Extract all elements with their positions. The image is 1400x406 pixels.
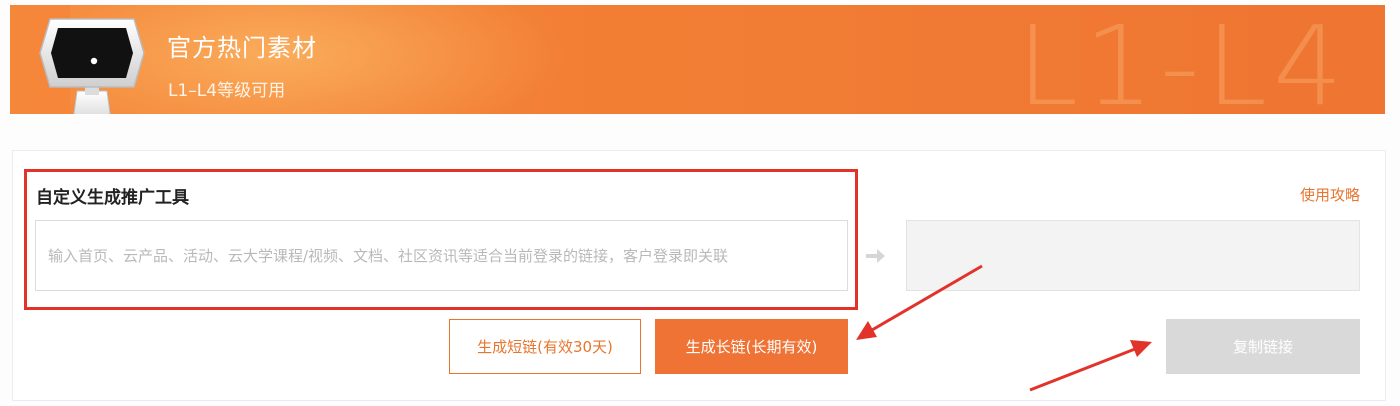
tool-title: 自定义生成推广工具 — [36, 188, 189, 208]
generate-short-link-button[interactable]: 生成短链(有效30天) — [449, 319, 641, 374]
banner-title: 官方热门素材 — [167, 34, 317, 62]
page: L1-L4 官方热门素材 L1–L4等级可用 自定义生成推广工具 使用攻略 生成… — [0, 0, 1400, 406]
banner: L1-L4 官方热门素材 L1–L4等级可用 — [10, 5, 1385, 114]
right-arrow-icon — [866, 249, 885, 263]
banner-watermark: L1-L4 — [1016, 5, 1349, 114]
usage-guide-link[interactable]: 使用攻略 — [1300, 184, 1360, 205]
robot-mascot-icon — [39, 18, 145, 114]
generate-long-link-button[interactable]: 生成长链(长期有效) — [655, 319, 848, 374]
banner-subtitle: L1–L4等级可用 — [168, 81, 286, 101]
url-input[interactable] — [35, 220, 848, 291]
copy-link-button[interactable]: 复制链接 — [1166, 319, 1360, 374]
generated-link-output[interactable] — [906, 220, 1360, 291]
